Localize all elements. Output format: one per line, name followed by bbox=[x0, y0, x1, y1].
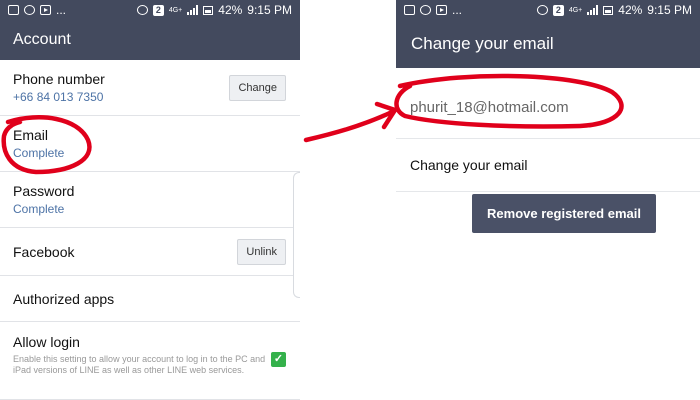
change-email-row[interactable]: Change your email bbox=[396, 139, 700, 192]
allow-login-row[interactable]: Allow login Enable this setting to allow… bbox=[0, 322, 300, 400]
network-type: 4G+ bbox=[168, 6, 183, 14]
change-email-label: Change your email bbox=[410, 157, 528, 173]
left-phone-screen: ... 2 4G+ 42% 9:15 PM Account Phone numb… bbox=[0, 0, 300, 400]
row-title: Email bbox=[13, 127, 49, 143]
image-icon bbox=[8, 5, 19, 15]
page-title: Change your email bbox=[411, 34, 554, 53]
play-store-icon bbox=[436, 5, 447, 15]
authorized-apps-row[interactable]: Authorized apps bbox=[0, 276, 300, 322]
password-status: Complete bbox=[13, 202, 65, 216]
image-icon bbox=[404, 5, 415, 15]
status-bar: ... 2 4G+ 42% 9:15 PM bbox=[396, 0, 700, 20]
remove-registered-email-button[interactable]: Remove registered email bbox=[472, 194, 656, 233]
row-title: Allow login bbox=[13, 334, 80, 350]
alarm-icon bbox=[136, 5, 148, 15]
battery-icon bbox=[603, 5, 614, 15]
clock: 9:15 PM bbox=[647, 3, 692, 17]
page-title: Account bbox=[13, 31, 71, 48]
notification-badge: 2 bbox=[552, 4, 564, 16]
email-row[interactable]: Email Complete bbox=[0, 116, 300, 172]
battery-level: 42% bbox=[218, 3, 243, 17]
signal-icon bbox=[187, 5, 199, 15]
phone-number-row[interactable]: Phone number +66 84 013 7350 Change bbox=[0, 60, 300, 116]
change-phone-button[interactable]: Change bbox=[229, 74, 286, 101]
unlink-facebook-button[interactable]: Unlink bbox=[237, 238, 286, 265]
alarm-icon bbox=[536, 5, 548, 15]
arrow-icon bbox=[303, 109, 395, 143]
signal-icon bbox=[587, 5, 599, 15]
allow-login-description: Enable this setting to allow your accoun… bbox=[13, 354, 266, 375]
battery-level: 42% bbox=[618, 3, 643, 17]
current-email-value: phurit_18@hotmail.com bbox=[410, 98, 569, 116]
facebook-row[interactable]: Facebook Unlink bbox=[0, 228, 300, 276]
status-bar: ... 2 4G+ 42% 9:15 PM bbox=[0, 0, 300, 20]
email-status: Complete bbox=[13, 146, 65, 160]
more-dots-icon: ... bbox=[452, 3, 463, 17]
right-phone-screen: ... 2 4G+ 42% 9:15 PM Change your email … bbox=[396, 0, 700, 400]
account-settings-list: Phone number +66 84 013 7350 Change Emai… bbox=[0, 60, 300, 400]
play-store-icon bbox=[40, 5, 51, 15]
row-title: Authorized apps bbox=[13, 290, 115, 307]
battery-icon bbox=[203, 5, 214, 15]
current-email-row: phurit_18@hotmail.com bbox=[396, 76, 700, 139]
clock: 9:15 PM bbox=[247, 3, 292, 17]
account-app-bar: Account bbox=[0, 20, 300, 60]
allow-login-checkbox[interactable]: ✓ bbox=[271, 352, 286, 367]
more-dots-icon: ... bbox=[56, 3, 67, 17]
scroll-indicator bbox=[293, 172, 300, 298]
password-row[interactable]: Password Complete bbox=[0, 172, 300, 228]
contact-icon bbox=[24, 5, 35, 15]
arrow-head bbox=[374, 101, 398, 130]
row-title: Password bbox=[13, 183, 75, 199]
contact-icon bbox=[420, 5, 431, 15]
change-email-app-bar: Change your email bbox=[396, 20, 700, 68]
network-type: 4G+ bbox=[568, 6, 583, 14]
notification-badge: 2 bbox=[152, 4, 164, 16]
